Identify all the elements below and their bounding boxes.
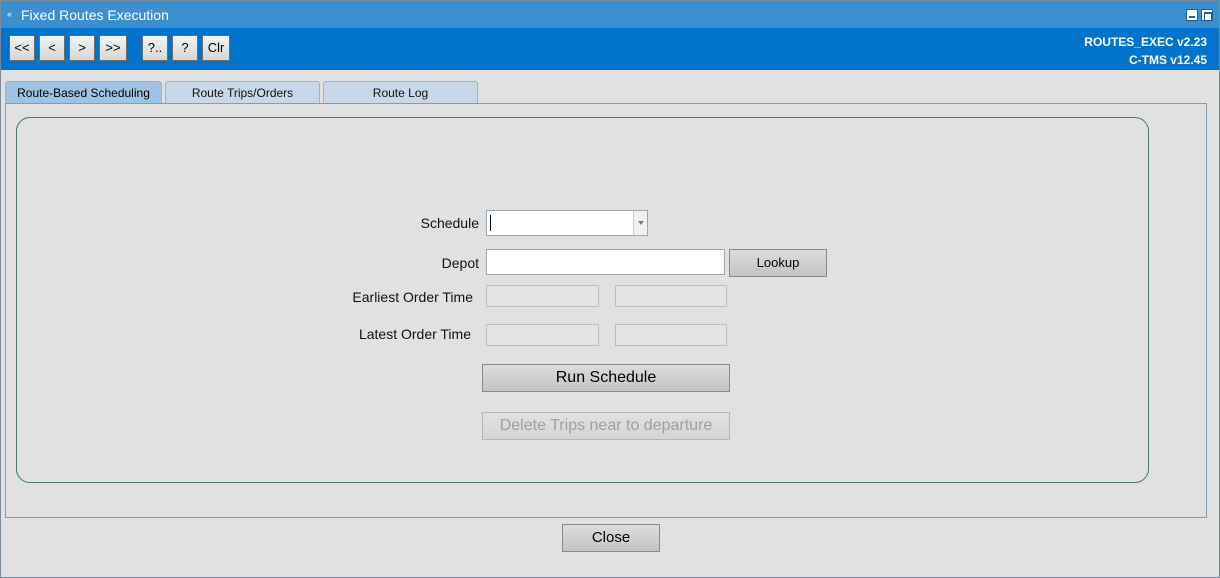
title-bar[interactable]: « Fixed Routes Execution [1, 1, 1219, 28]
depot-label: Depot [441, 255, 479, 271]
schedule-dropdown[interactable] [486, 210, 648, 236]
query-button[interactable]: ?.. [142, 35, 168, 61]
help-button[interactable]: ? [172, 35, 198, 61]
system-version: C-TMS v12.45 [1128, 53, 1207, 67]
toolbar: << < > >> ?.. ? Clr ROUTES_EXEC v2.23 C-… [1, 28, 1219, 70]
close-button[interactable]: Close [562, 524, 660, 552]
chevron-down-icon[interactable] [633, 211, 647, 235]
tab-panel: Schedule Depot Lookup Earliest Order Tim… [5, 103, 1207, 518]
latest-order-time-field[interactable] [615, 324, 727, 346]
maximize-icon[interactable] [1201, 9, 1213, 21]
form-frame: Schedule Depot Lookup Earliest Order Tim… [16, 117, 1149, 483]
last-record-button[interactable]: >> [99, 35, 127, 61]
lookup-button[interactable]: Lookup [729, 249, 827, 277]
module-version: ROUTES_EXEC v2.23 [1084, 35, 1207, 49]
clear-button[interactable]: Clr [202, 35, 230, 61]
first-record-button[interactable]: << [9, 35, 35, 61]
tab-route-log[interactable]: Route Log [323, 81, 478, 104]
depot-input[interactable] [486, 249, 725, 275]
minimize-icon[interactable] [1186, 9, 1198, 21]
next-record-button[interactable]: > [69, 35, 95, 61]
app-icon: « [7, 9, 13, 19]
window-title: Fixed Routes Execution [21, 7, 169, 23]
schedule-label: Schedule [420, 215, 479, 231]
earliest-order-date-field[interactable] [486, 285, 599, 307]
previous-record-button[interactable]: < [39, 35, 65, 61]
latest-order-time-label: Latest Order Time [358, 326, 471, 342]
text-cursor [490, 215, 491, 231]
tab-route-trips-orders[interactable]: Route Trips/Orders [165, 81, 320, 104]
latest-order-date-field[interactable] [486, 324, 599, 346]
earliest-order-time-field[interactable] [615, 285, 727, 307]
app-window: « Fixed Routes Execution << < > >> ?.. ?… [0, 0, 1220, 578]
earliest-order-time-label: Earliest Order Time [352, 289, 473, 305]
delete-trips-button[interactable]: Delete Trips near to departure [482, 412, 730, 440]
run-schedule-button[interactable]: Run Schedule [482, 364, 730, 392]
tab-route-based-scheduling[interactable]: Route-Based Scheduling [5, 81, 162, 104]
